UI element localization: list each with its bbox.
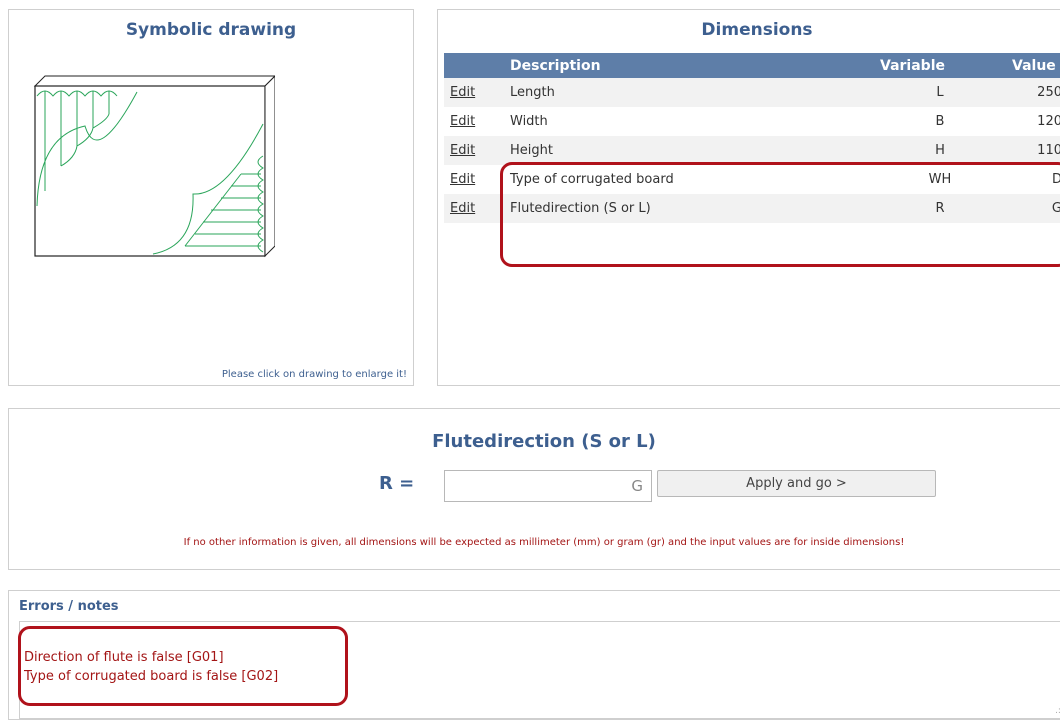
resize-grip-icon[interactable]: .::	[1055, 706, 1060, 716]
symbolic-drawing[interactable]	[25, 46, 275, 274]
edit-link-board-type[interactable]: Edit	[450, 172, 475, 187]
input-panel-title: Flutedirection (S or L)	[432, 431, 656, 452]
row-value: 110	[1006, 136, 1060, 165]
table-header-row: Description Variable Value	[444, 53, 1060, 78]
table-row: Edit Width B 120	[444, 107, 1060, 136]
row-variable: H	[874, 136, 1006, 165]
input-panel: Flutedirection (S or L) R = Apply and go…	[8, 408, 1060, 570]
description-column-header: Description	[504, 53, 874, 78]
table-row: Edit Height H 110	[444, 136, 1060, 165]
edit-link-width[interactable]: Edit	[450, 114, 475, 129]
table-row: Edit Length L 250	[444, 78, 1060, 107]
invalid-rows-highlight	[500, 162, 1060, 267]
edit-column-header	[444, 53, 504, 78]
value-column-header: Value	[1006, 53, 1060, 78]
variable-label: R =	[379, 473, 415, 494]
apply-and-go-button[interactable]: Apply and go >	[657, 470, 936, 497]
row-value: 250	[1006, 78, 1060, 107]
dimensions-title: Dimensions	[701, 20, 813, 40]
edit-link-height[interactable]: Edit	[450, 143, 475, 158]
value-input[interactable]	[444, 470, 652, 502]
errors-title: Errors / notes	[19, 599, 119, 614]
error-messages-highlight	[18, 626, 348, 706]
enlarge-drawing-hint: Please click on drawing to enlarge it!	[221, 369, 407, 380]
row-description: Height	[504, 136, 874, 165]
units-info-note: If no other information is given, all di…	[183, 537, 905, 548]
variable-column-header: Variable	[874, 53, 1006, 78]
row-value: 120	[1037, 114, 1060, 129]
symbolic-drawing-title: Symbolic drawing	[125, 20, 297, 40]
row-description: Width	[510, 114, 548, 129]
row-description: Length	[504, 78, 874, 107]
symbolic-drawing-panel: Symbolic drawing Please click on drawing…	[8, 9, 414, 386]
row-variable: L	[874, 78, 1006, 107]
edit-link-flute-direction[interactable]: Edit	[450, 201, 475, 216]
row-variable: B	[935, 114, 945, 129]
edit-link-length[interactable]: Edit	[450, 85, 475, 100]
